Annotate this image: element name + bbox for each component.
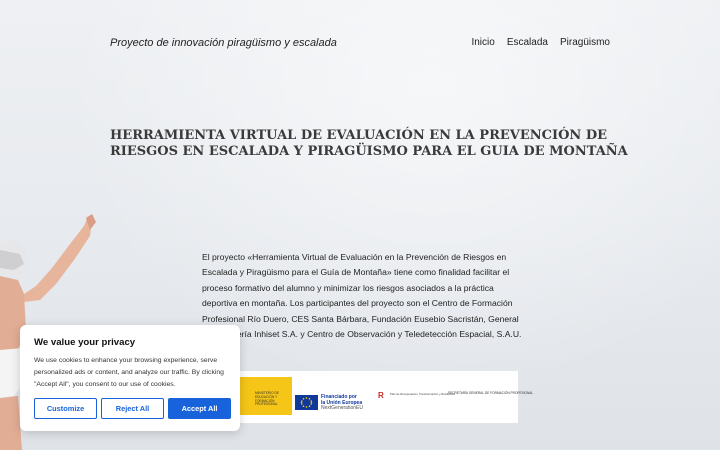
nav-inicio[interactable]: Inicio — [471, 37, 494, 48]
cookie-consent-banner: We value your privacy We use cookies to … — [20, 325, 240, 431]
main-nav: Inicio Escalada Piragüismo — [471, 37, 610, 48]
site-header: Proyecto de innovación piragüismo y esca… — [110, 37, 610, 53]
prtr-logo-text: Plan de Recuperación, Transformación y R… — [390, 392, 455, 396]
funding-logos-banner: MINISTERIO DE EDUCACIÓN Y FORMACIÓN PROF… — [210, 371, 533, 423]
project-description: El proyecto «Herramienta Virtual de Eval… — [202, 252, 522, 340]
eu-logo-text: Financiado por la Unión Europea NextGene… — [321, 394, 363, 412]
ministerio-logo-text: MINISTERIO DE EDUCACIÓN Y FORMACIÓN PROF… — [255, 391, 279, 407]
cookie-title: We value your privacy — [34, 337, 136, 348]
site-title[interactable]: Proyecto de innovación piragüismo y esca… — [110, 37, 337, 49]
nav-piraguismo[interactable]: Piragüismo — [560, 37, 610, 48]
customize-button[interactable]: Customize — [34, 398, 97, 419]
prtr-mark-icon: R — [378, 391, 384, 400]
nav-escalada[interactable]: Escalada — [507, 37, 548, 48]
cookie-message: We use cookies to enhance your browsing … — [34, 357, 224, 388]
page-title: HERRAMIENTA VIRTUAL DE EVALUACIÓN EN LA … — [110, 128, 628, 159]
reject-all-button[interactable]: Reject All — [101, 398, 164, 419]
secretaria-logo-text: SECRETARÍA GENERAL DE FORMACIÓN PROFESIO… — [448, 391, 534, 395]
eu-line-3: NextGenerationEU — [321, 405, 363, 412]
accept-all-button[interactable]: Accept All — [168, 398, 231, 419]
eu-flag-icon — [295, 395, 318, 410]
